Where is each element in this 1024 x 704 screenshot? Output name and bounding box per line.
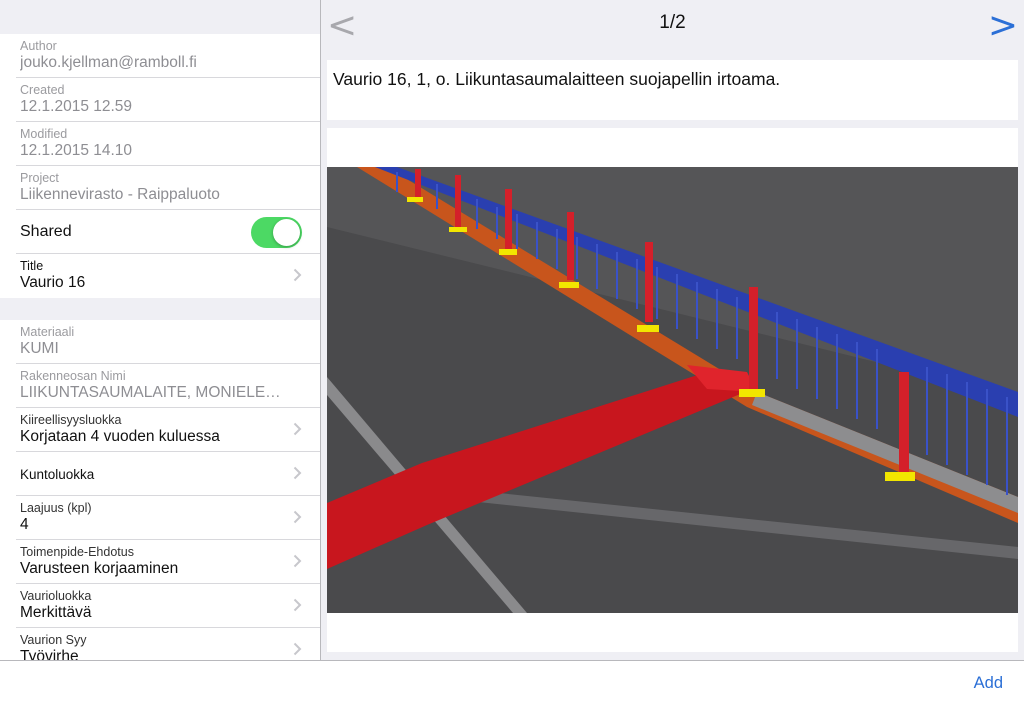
author-value: jouko.kjellman@ramboll.fi bbox=[20, 54, 197, 71]
chevron-right-icon bbox=[293, 422, 302, 436]
shared-label: Shared bbox=[20, 223, 72, 240]
attributes-group: Materiaali KUMI Rakenneosan Nimi LIIKUNT… bbox=[0, 320, 320, 660]
kiireellisyys-row[interactable]: Kiireellisyysluokka Korjataan 4 vuoden k… bbox=[0, 408, 320, 452]
rakenneosan-label: Rakenneosan Nimi bbox=[20, 369, 126, 383]
materiaali-label: Materiaali bbox=[20, 325, 75, 339]
project-row: Project Liikennevirasto - Raippaluoto bbox=[0, 166, 320, 210]
materiaali-row: Materiaali KUMI bbox=[0, 320, 320, 364]
chevron-right-icon bbox=[293, 554, 302, 568]
chevron-right-icon bbox=[293, 598, 302, 612]
top-spacer bbox=[0, 0, 320, 34]
page-indicator: 1/2 bbox=[659, 12, 686, 33]
shared-row: Shared bbox=[0, 210, 320, 254]
details-panel: Author jouko.kjellman@ramboll.fi Created… bbox=[0, 0, 320, 660]
model-image-frame bbox=[327, 128, 1018, 652]
metadata-group: Author jouko.kjellman@ramboll.fi Created… bbox=[0, 34, 320, 298]
title-label: Title bbox=[20, 259, 44, 273]
modified-row: Modified 12.1.2015 14.10 bbox=[0, 122, 320, 166]
laajuus-label: Laajuus (kpl) bbox=[20, 501, 92, 515]
laajuus-row[interactable]: Laajuus (kpl) 4 bbox=[0, 496, 320, 540]
section-spacer bbox=[0, 298, 320, 320]
next-button[interactable]: > bbox=[988, 5, 1018, 46]
toimenpide-value: Varusteen korjaaminen bbox=[20, 560, 179, 577]
add-button[interactable]: Add bbox=[974, 674, 1003, 693]
vaurioluokka-row[interactable]: Vaurioluokka Merkittävä bbox=[0, 584, 320, 628]
laajuus-value: 4 bbox=[20, 516, 29, 533]
author-row: Author jouko.kjellman@ramboll.fi bbox=[0, 34, 320, 78]
kiireellisyys-label: Kiireellisyysluokka bbox=[20, 413, 122, 427]
project-value: Liikennevirasto - Raippaluoto bbox=[20, 186, 220, 203]
toggle-knob bbox=[273, 219, 300, 246]
vaurion-syy-label: Vaurion Syy bbox=[20, 633, 87, 647]
modified-label: Modified bbox=[20, 127, 68, 141]
chevron-right-icon bbox=[293, 268, 302, 282]
vaurioluokka-value: Merkittävä bbox=[20, 604, 92, 621]
vaurioluokka-label: Vaurioluokka bbox=[20, 589, 92, 603]
rakenneosan-value: LIIKUNTASAUMALAITE, MONIELE… bbox=[20, 384, 281, 401]
viewer-nav: < 1/2 > bbox=[321, 0, 1024, 50]
modified-value: 12.1.2015 14.10 bbox=[20, 142, 133, 159]
viewer-panel: < 1/2 > Vaurio 16, 1, o. Liikuntasaumala… bbox=[321, 0, 1024, 660]
project-label: Project bbox=[20, 171, 59, 185]
shared-toggle[interactable] bbox=[251, 217, 302, 248]
kuntoluokka-row[interactable]: Kuntoluokka bbox=[0, 452, 320, 496]
toimenpide-row[interactable]: Toimenpide-Ehdotus Varusteen korjaaminen bbox=[0, 540, 320, 584]
vaurion-syy-value: Työvirhe bbox=[20, 648, 79, 660]
author-label: Author bbox=[20, 39, 57, 53]
kiireellisyys-value: Korjataan 4 vuoden kuluessa bbox=[20, 428, 220, 445]
toimenpide-label: Toimenpide-Ehdotus bbox=[20, 545, 134, 559]
bridge-model-image bbox=[327, 167, 1018, 613]
title-row[interactable]: Title Vaurio 16 bbox=[0, 254, 320, 298]
materiaali-value: KUMI bbox=[20, 340, 59, 357]
title-value: Vaurio 16 bbox=[20, 274, 86, 291]
chevron-right-icon bbox=[293, 642, 302, 656]
created-label: Created bbox=[20, 83, 65, 97]
chevron-right-icon bbox=[293, 466, 302, 480]
created-row: Created 12.1.2015 12.59 bbox=[0, 78, 320, 122]
created-value: 12.1.2015 12.59 bbox=[20, 98, 133, 115]
bottom-toolbar: Add bbox=[0, 660, 1024, 704]
damage-description: Vaurio 16, 1, o. Liikuntasaumalaitteen s… bbox=[327, 60, 1018, 120]
vaurion-syy-row[interactable]: Vaurion Syy Työvirhe bbox=[0, 628, 320, 660]
kuntoluokka-label: Kuntoluokka bbox=[20, 467, 95, 482]
rakenneosan-row: Rakenneosan Nimi LIIKUNTASAUMALAITE, MON… bbox=[0, 364, 320, 408]
chevron-right-icon bbox=[293, 510, 302, 524]
